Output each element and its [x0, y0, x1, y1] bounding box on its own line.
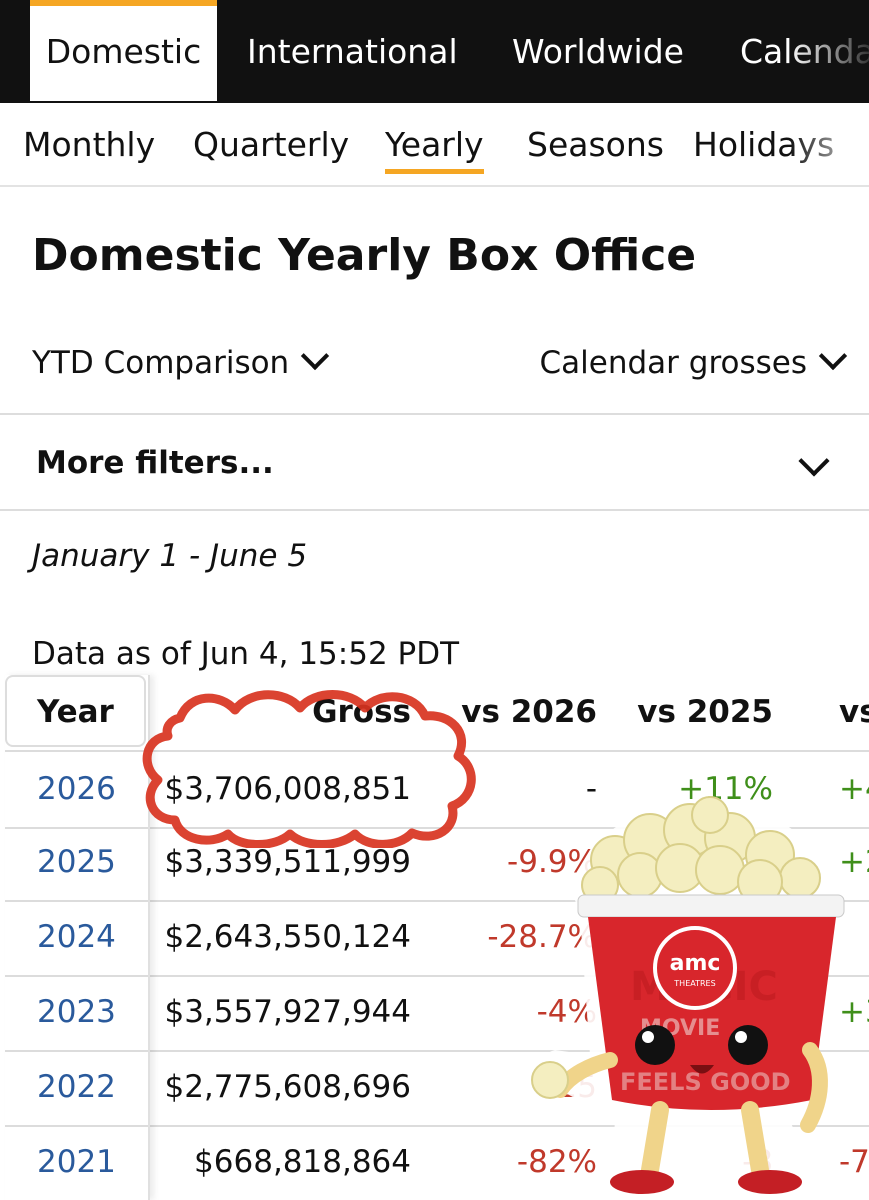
sub-nav: Monthly Quarterly Yearly Seasons Holiday… — [0, 103, 869, 187]
chevron-down-icon[interactable] — [798, 445, 830, 477]
subtab-monthly[interactable]: Monthly — [23, 103, 155, 185]
header-vs-2026[interactable]: vs 2026 — [461, 675, 597, 750]
highlight-cloud-icon — [142, 690, 476, 848]
top-nav: Domestic International Worldwide Calenda — [0, 0, 869, 103]
year-link[interactable]: 2023 — [37, 975, 116, 1050]
year-link[interactable]: 2025 — [37, 825, 116, 900]
tab-worldwide[interactable]: Worldwide — [512, 0, 684, 103]
header-vs-2025[interactable]: vs 2025 — [637, 675, 773, 750]
calendar-grosses-label: Calendar grosses — [539, 345, 807, 381]
year-link[interactable]: 2021 — [37, 1125, 116, 1200]
ytd-comparison-dropdown[interactable]: YTD Comparison — [32, 341, 330, 381]
amc-popcorn-mascot-icon: MAGIC MOVIE FEELS GOOD amc THEATRES — [531, 796, 845, 1200]
subtab-yearly[interactable]: Yearly — [385, 103, 484, 185]
gross-value: $2,775,608,696 — [164, 1069, 411, 1105]
subtab-quarterly[interactable]: Quarterly — [193, 103, 349, 185]
subtab-seasons[interactable]: Seasons — [527, 103, 664, 185]
more-filters-toggle[interactable]: More filters... — [36, 445, 274, 481]
date-range: January 1 - June 5 — [32, 538, 308, 574]
gross-value: $668,818,864 — [194, 1144, 411, 1180]
calendar-grosses-dropdown[interactable]: Calendar grosses — [539, 341, 848, 381]
gross-value: $3,557,927,944 — [164, 994, 411, 1030]
tab-international[interactable]: International — [247, 0, 458, 103]
nav-fade — [789, 0, 869, 103]
amc-logo-text: amc — [670, 951, 721, 976]
chevron-down-icon — [818, 341, 848, 371]
year-link[interactable]: 2026 — [37, 752, 116, 827]
divider — [0, 413, 869, 415]
year-link[interactable]: 2022 — [37, 1050, 116, 1125]
tab-domestic[interactable]: Domestic — [30, 0, 217, 101]
year-link[interactable]: 2024 — [37, 900, 116, 975]
data-as-of: Data as of Jun 4, 15:52 PDT — [32, 636, 460, 672]
subnav-fade — [789, 103, 869, 185]
chevron-down-icon — [301, 341, 330, 371]
divider — [0, 509, 869, 511]
gross-value: $2,643,550,124 — [164, 919, 411, 955]
header-year-label: Year — [37, 694, 114, 730]
page-title: Domestic Yearly Box Office — [32, 230, 697, 281]
amc-logo-sub: THEATRES — [673, 979, 715, 988]
ytd-comparison-label: YTD Comparison — [32, 345, 290, 381]
header-vs-next[interactable]: vs — [839, 675, 869, 750]
